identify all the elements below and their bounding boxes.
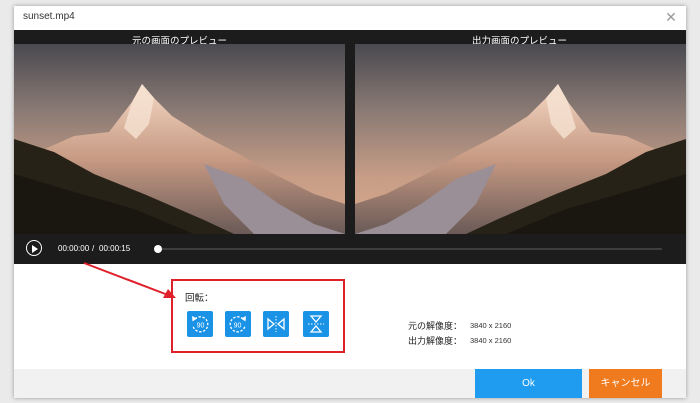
- window-title: sunset.mp4: [23, 11, 75, 22]
- original-preview-image: [14, 44, 345, 234]
- output-preview-image: [355, 44, 686, 234]
- rotate-right-90-button[interactable]: 90: [225, 311, 251, 337]
- dialog-footer: Ok キャンセル: [14, 369, 686, 398]
- playback-controls: 00:00:00 / 00:00:15: [14, 234, 686, 264]
- output-resolution-label: 出力解像度：: [408, 336, 463, 346]
- current-time: 00:00:00: [58, 244, 90, 253]
- rotate-right-90-text: 90: [234, 323, 242, 330]
- flip-horizontal-icon: [267, 316, 285, 332]
- rotate-left-90-button[interactable]: 90: [187, 311, 213, 337]
- time-separator: /: [92, 244, 95, 253]
- close-icon[interactable]: ✕: [664, 10, 678, 24]
- total-time: 00:00:15: [99, 244, 131, 253]
- flip-vertical-icon: [308, 315, 324, 333]
- rotate-counterclockwise-icon: 90: [192, 316, 209, 333]
- seek-handle[interactable]: [154, 245, 162, 253]
- rotation-label: 回転：: [185, 293, 214, 304]
- original-resolution-value: 3840 x 2160: [470, 321, 512, 330]
- preview-divider: [345, 44, 355, 234]
- rotate-clockwise-icon: 90: [229, 316, 246, 333]
- video-preview-area: 元の画面のプレビュー 出力画面のプレビュー 00:00:00 / 00:00:1…: [14, 30, 686, 264]
- video-settings-dialog: sunset.mp4 ✕ 元の画面のプレビュー 出力画面のプレビュー 00:00…: [14, 6, 686, 398]
- flip-horizontal-button[interactable]: [263, 311, 289, 337]
- flip-vertical-button[interactable]: [303, 311, 329, 337]
- seek-bar[interactable]: [157, 248, 662, 250]
- cancel-button[interactable]: キャンセル: [589, 369, 662, 398]
- settings-panel: 回転： 90 90 元の解像度： 3840 x 2160 出力解像度： 3840…: [14, 264, 686, 369]
- ok-button[interactable]: Ok: [475, 369, 582, 398]
- play-icon[interactable]: [26, 240, 42, 256]
- rotate-left-90-text: 90: [197, 323, 205, 330]
- title-bar: sunset.mp4 ✕: [14, 6, 686, 30]
- output-resolution-value: 3840 x 2160: [470, 336, 512, 345]
- original-resolution-label: 元の解像度：: [408, 321, 463, 331]
